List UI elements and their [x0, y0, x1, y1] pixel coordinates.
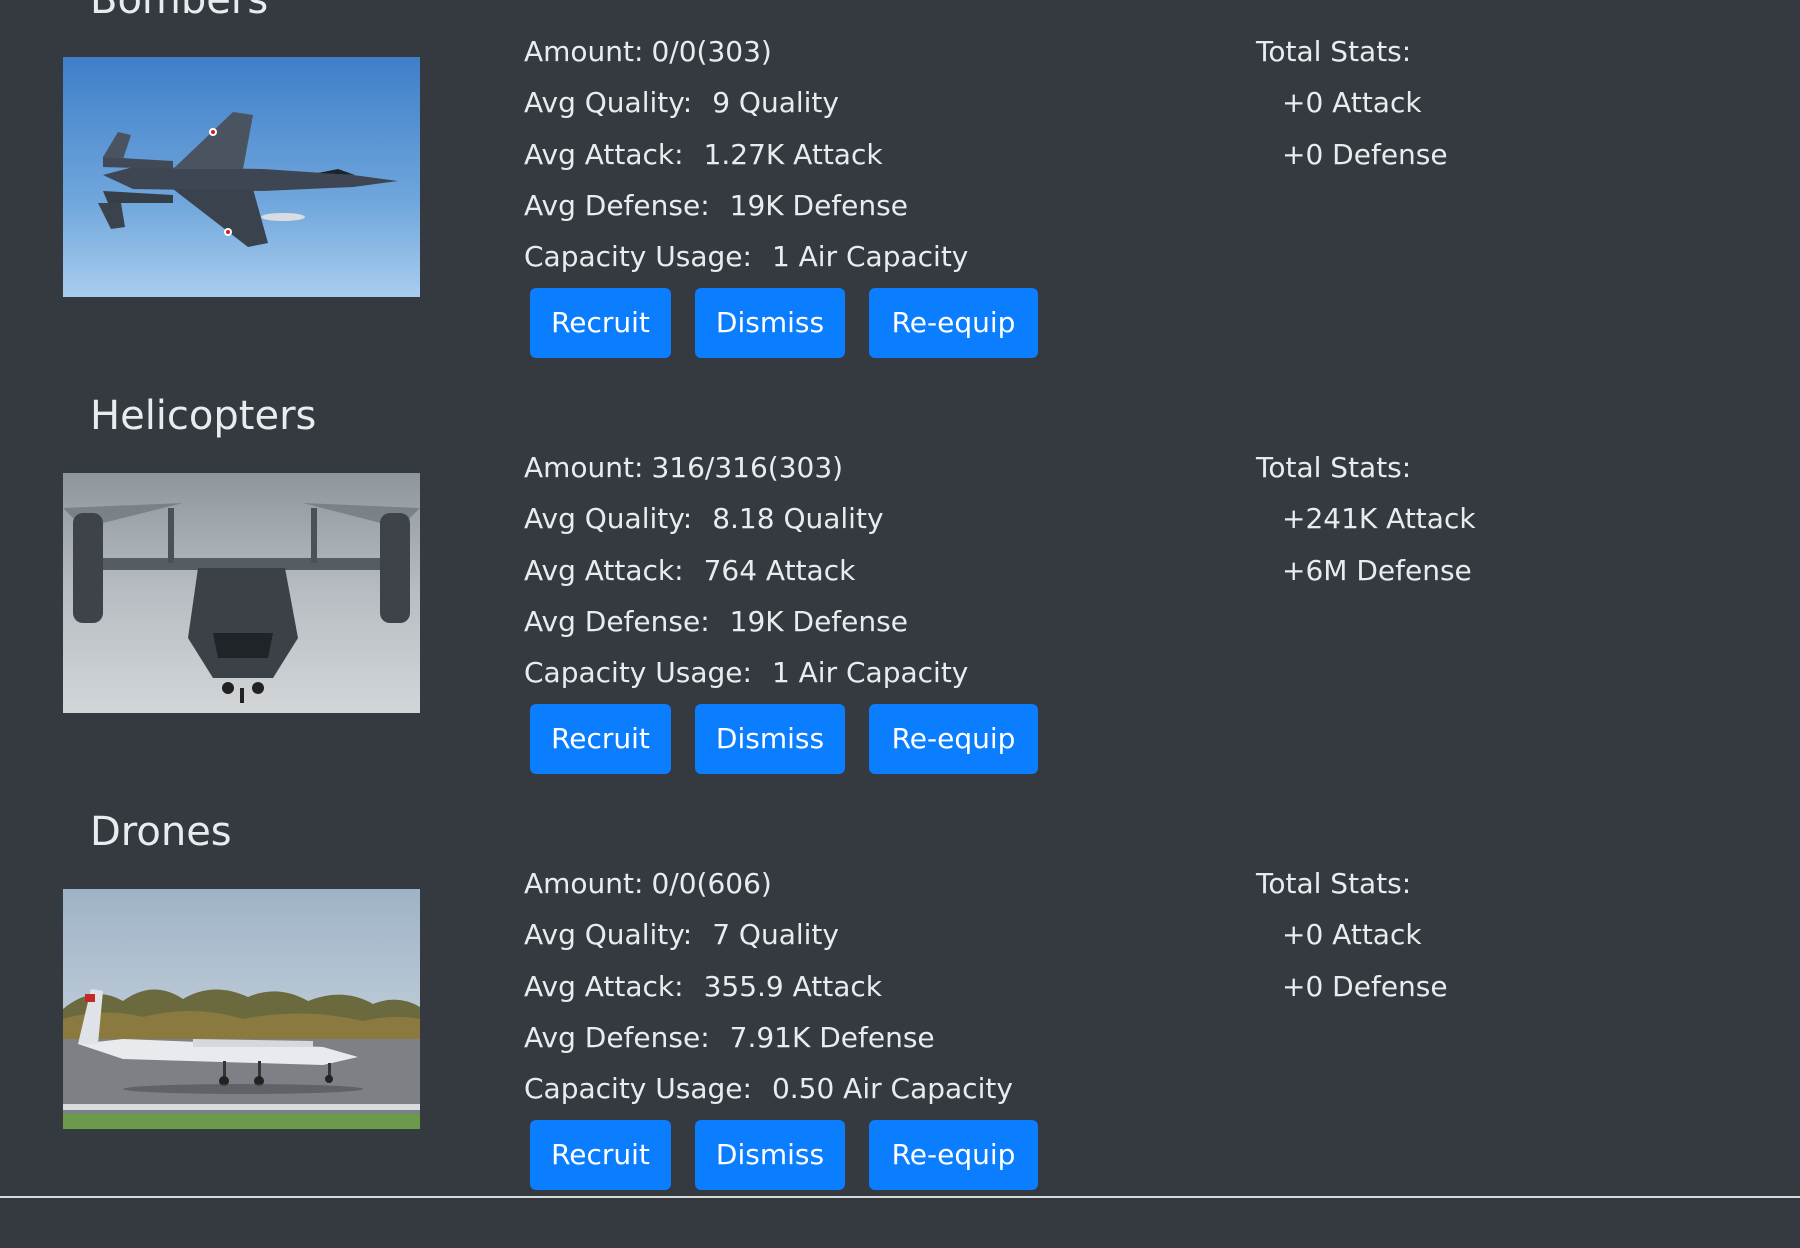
unit-title: Drones — [90, 809, 232, 855]
defense-value: 7.91K Defense — [729, 1021, 935, 1054]
quality-stat: Avg Quality: 8.18 Quality — [524, 501, 884, 537]
amount-label: Amount: — [524, 451, 644, 484]
attack-label: Avg Attack: — [524, 554, 684, 587]
attack-value: 1.27K Attack — [703, 138, 883, 171]
attack-stat: Avg Attack: 355.9 Attack — [524, 969, 882, 1005]
quality-label: Avg Quality: — [524, 502, 693, 535]
total-defense: +0 Defense — [1282, 970, 1448, 1003]
recruit-button[interactable]: Recruit — [530, 1120, 671, 1190]
capacity-stat: Capacity Usage: 0.50 Air Capacity — [524, 1071, 1013, 1107]
quality-label: Avg Quality: — [524, 918, 693, 951]
amount-label: Amount: — [524, 35, 644, 68]
capacity-value: 1 Air Capacity — [771, 656, 969, 689]
drone-image — [63, 889, 420, 1129]
reequip-button[interactable]: Re-equip — [869, 288, 1038, 358]
capacity-value: 1 Air Capacity — [771, 240, 969, 273]
quality-stat: Avg Quality: 9 Quality — [524, 85, 839, 121]
jet-bomber-icon — [63, 57, 420, 297]
attack-stat: Avg Attack: 764 Attack — [524, 553, 855, 589]
total-attack: +0 Attack — [1282, 86, 1422, 119]
tiltrotor-icon — [63, 473, 420, 713]
total-attack: +0 Attack — [1282, 918, 1422, 951]
amount-stat: Amount: 316/316(303) — [524, 450, 843, 486]
dismiss-button[interactable]: Dismiss — [695, 288, 845, 358]
quality-value: 9 Quality — [712, 86, 839, 119]
amount-stat: Amount: 0/0(606) — [524, 866, 772, 902]
total-attack: +241K Attack — [1282, 502, 1476, 535]
quality-stat: Avg Quality: 7 Quality — [524, 917, 839, 953]
defense-stat: Avg Defense: 7.91K Defense — [524, 1020, 935, 1056]
total-defense: +0 Defense — [1282, 138, 1448, 171]
amount-label: Amount: — [524, 867, 644, 900]
capacity-stat: Capacity Usage: 1 Air Capacity — [524, 655, 968, 691]
attack-value: 764 Attack — [703, 554, 856, 587]
defense-value: 19K Defense — [729, 189, 908, 222]
amount-value: 0/0(303) — [651, 35, 772, 68]
quality-value: 8.18 Quality — [712, 502, 884, 535]
capacity-value: 0.50 Air Capacity — [771, 1072, 1013, 1105]
reequip-button[interactable]: Re-equip — [869, 704, 1038, 774]
capacity-label: Capacity Usage: — [524, 1072, 752, 1105]
attack-label: Avg Attack: — [524, 138, 684, 171]
quality-label: Avg Quality: — [524, 86, 693, 119]
unit-title: Bombers — [90, 0, 269, 23]
total-defense: +6M Defense — [1282, 554, 1472, 587]
defense-label: Avg Defense: — [524, 189, 710, 222]
attack-stat: Avg Attack: 1.27K Attack — [524, 137, 883, 173]
drone-icon — [63, 889, 420, 1129]
capacity-label: Capacity Usage: — [524, 240, 752, 273]
dismiss-button[interactable]: Dismiss — [695, 704, 845, 774]
quality-value: 7 Quality — [712, 918, 839, 951]
unit-card-bombers: Bombers Amount: 0/0(303) Avg Quality: 9 … — [0, 0, 1800, 416]
attack-label: Avg Attack: — [524, 970, 684, 1003]
capacity-label: Capacity Usage: — [524, 656, 752, 689]
total-stats-label: Total Stats: — [1256, 867, 1412, 900]
unit-title: Helicopters — [90, 393, 317, 439]
unit-card-drones: Drones Amount: 0/0(606) Avg Quality: 7 Q… — [0, 809, 1800, 1248]
recruit-button[interactable]: Recruit — [530, 288, 671, 358]
defense-stat: Avg Defense: 19K Defense — [524, 188, 908, 224]
reequip-button[interactable]: Re-equip — [869, 1120, 1038, 1190]
recruit-button[interactable]: Recruit — [530, 704, 671, 774]
defense-value: 19K Defense — [729, 605, 908, 638]
amount-stat: Amount: 0/0(303) — [524, 34, 772, 70]
defense-stat: Avg Defense: 19K Defense — [524, 604, 908, 640]
total-stats-label: Total Stats: — [1256, 451, 1412, 484]
amount-value: 316/316(303) — [651, 451, 844, 484]
total-stats-label: Total Stats: — [1256, 35, 1412, 68]
dismiss-button[interactable]: Dismiss — [695, 1120, 845, 1190]
bottom-divider — [0, 1196, 1800, 1198]
defense-label: Avg Defense: — [524, 1021, 710, 1054]
helicopter-image — [63, 473, 420, 713]
capacity-stat: Capacity Usage: 1 Air Capacity — [524, 239, 968, 275]
bomber-image — [63, 57, 420, 297]
defense-label: Avg Defense: — [524, 605, 710, 638]
attack-value: 355.9 Attack — [703, 970, 883, 1003]
amount-value: 0/0(606) — [651, 867, 772, 900]
unit-card-helicopters: Helicopters Amount: 316/316(303) Avg Qua… — [0, 393, 1800, 832]
